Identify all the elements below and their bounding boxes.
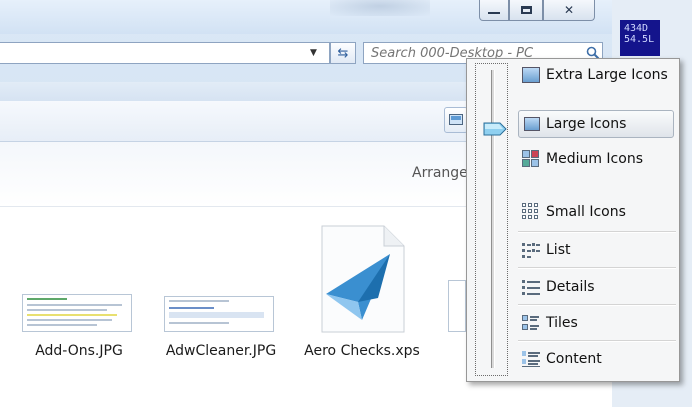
menu-separator [518, 304, 676, 306]
file-name: Add-Ons.JPG [35, 343, 123, 359]
xps-document-icon [321, 225, 405, 333]
close-icon: ✕ [563, 3, 575, 17]
details-icon [522, 278, 540, 296]
menu-item-large-icons[interactable]: Large Icons [518, 110, 674, 138]
file-item[interactable]: Aero Checks.xps [302, 224, 422, 364]
menu-item-label: List [546, 242, 571, 258]
minimize-icon [488, 12, 500, 14]
close-button[interactable]: ✕ [543, 0, 595, 21]
menu-item-extra-large-icons[interactable]: Extra Large Icons [518, 61, 674, 89]
title-bar-glow [330, 0, 430, 16]
large-icons-icon [524, 117, 540, 131]
file-name: Aero Checks.xps [304, 343, 420, 359]
gadget-line: 434D [624, 23, 649, 34]
window-controls: ✕ [479, 0, 595, 22]
menu-separator [518, 267, 676, 269]
menu-separator [518, 340, 676, 342]
view-menu: Extra Large Icons Large Icons Medium Ico… [466, 58, 680, 382]
maximize-button[interactable] [509, 0, 543, 21]
view-slider[interactable] [475, 63, 508, 376]
view-icon [449, 114, 463, 125]
view-slider-thumb[interactable] [483, 122, 507, 136]
file-thumbnail-partial[interactable] [448, 280, 466, 332]
menu-item-label: Large Icons [546, 116, 627, 132]
menu-item-label: Medium Icons [546, 151, 643, 167]
menu-item-medium-icons[interactable]: Medium Icons [518, 145, 674, 173]
maximize-icon [520, 6, 532, 14]
gadget-line: 54.5L [624, 34, 655, 45]
menu-item-label: Extra Large Icons [546, 67, 668, 83]
content-icon [522, 350, 540, 368]
desktop-gadget[interactable]: 434D 54.5L [620, 20, 660, 56]
small-icons-icon [522, 203, 540, 221]
file-thumbnail [164, 296, 274, 332]
menu-item-small-icons[interactable]: Small Icons [518, 198, 674, 226]
minimize-button[interactable] [479, 0, 509, 21]
menu-item-tiles[interactable]: Tiles [518, 309, 674, 337]
change-view-button[interactable] [444, 107, 468, 133]
extra-large-icons-icon [522, 67, 540, 83]
tiles-icon [522, 314, 540, 332]
menu-item-content[interactable]: Content [518, 345, 674, 373]
file-thumbnail [22, 294, 132, 332]
menu-item-list[interactable]: List [518, 236, 674, 264]
menu-item-label: Small Icons [546, 204, 626, 220]
address-dropdown-icon[interactable]: ▼ [310, 48, 317, 58]
address-bar[interactable]: ▼ [0, 42, 330, 64]
file-item[interactable]: AdwCleaner.JPG [158, 294, 284, 364]
arrange-by-label[interactable]: Arrange [412, 165, 468, 181]
refresh-icon: ⇆ [337, 45, 349, 61]
view-slider-track [491, 70, 495, 368]
menu-item-label: Content [546, 351, 602, 367]
menu-item-details[interactable]: Details [518, 273, 674, 301]
medium-icons-icon [522, 150, 540, 168]
menu-item-label: Details [546, 279, 595, 295]
file-item[interactable]: Add-Ons.JPG [20, 294, 138, 364]
menu-item-label: Tiles [546, 315, 578, 331]
file-name: AdwCleaner.JPG [165, 343, 277, 359]
menu-separator [518, 231, 676, 233]
refresh-button[interactable]: ⇆ [330, 42, 356, 64]
list-icon [522, 241, 540, 259]
